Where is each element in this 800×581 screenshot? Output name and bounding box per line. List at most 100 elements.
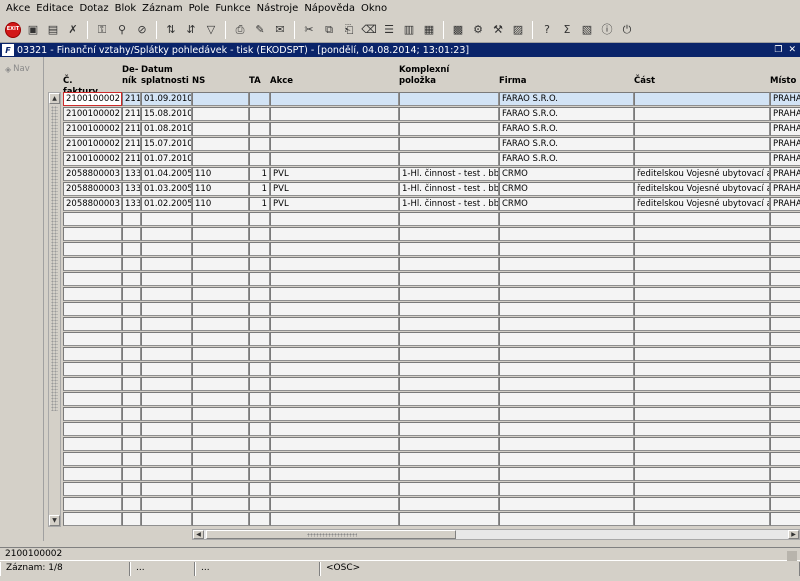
cell-ta[interactable] [249, 212, 270, 226]
cell-misto[interactable] [770, 497, 800, 511]
menu-7[interactable]: Nástroje [254, 0, 302, 17]
cell-polozka[interactable] [399, 392, 499, 406]
copy-button[interactable]: ⧉ [320, 21, 338, 39]
cell-akce[interactable]: PVL [270, 167, 399, 181]
cell-akce[interactable] [270, 452, 399, 466]
cell-cast[interactable] [634, 242, 770, 256]
cell-denik[interactable] [122, 377, 141, 391]
cell-misto[interactable] [770, 422, 800, 436]
cell-ta[interactable] [249, 347, 270, 361]
cell-firma[interactable] [499, 452, 634, 466]
cell-faktura[interactable] [63, 302, 122, 316]
cell-datum[interactable] [141, 497, 192, 511]
cell-datum[interactable] [141, 407, 192, 421]
cell-firma[interactable] [499, 437, 634, 451]
cell-ta[interactable] [249, 437, 270, 451]
cell-ta[interactable] [249, 482, 270, 496]
cell-firma[interactable] [499, 422, 634, 436]
paste-button[interactable]: ⎗ [340, 21, 358, 39]
cell-ns[interactable] [192, 272, 249, 286]
cell-datum[interactable] [141, 347, 192, 361]
cut-button[interactable]: ✂ [300, 21, 318, 39]
cell-misto[interactable] [770, 512, 800, 526]
cell-polozka[interactable] [399, 92, 499, 106]
cell-denik[interactable] [122, 482, 141, 496]
cell-akce[interactable] [270, 92, 399, 106]
cell-misto[interactable]: PRAHA [770, 197, 800, 211]
cell-misto[interactable] [770, 272, 800, 286]
cell-misto[interactable] [770, 317, 800, 331]
cell-ns[interactable] [192, 362, 249, 376]
cell-datum[interactable] [141, 242, 192, 256]
cell-akce[interactable] [270, 287, 399, 301]
cell-ns[interactable] [192, 212, 249, 226]
cell-datum[interactable] [141, 437, 192, 451]
cell-polozka[interactable] [399, 122, 499, 136]
cell-datum[interactable] [141, 512, 192, 526]
cell-cast[interactable] [634, 452, 770, 466]
calendar-button[interactable]: ▩ [449, 21, 467, 39]
cell-misto[interactable] [770, 242, 800, 256]
cell-akce[interactable] [270, 272, 399, 286]
help-button[interactable]: ? [538, 21, 556, 39]
exit-button[interactable]: EXIT [4, 21, 22, 39]
cell-ns[interactable] [192, 227, 249, 241]
cell-akce[interactable] [270, 152, 399, 166]
menu-3[interactable]: Blok [112, 0, 140, 17]
cell-akce[interactable] [270, 392, 399, 406]
cell-cast[interactable] [634, 422, 770, 436]
cell-ns[interactable] [192, 332, 249, 346]
cell-cast[interactable] [634, 392, 770, 406]
menu-1[interactable]: Editace [33, 0, 76, 17]
cell-denik[interactable] [122, 407, 141, 421]
cell-datum[interactable] [141, 317, 192, 331]
cell-ta[interactable] [249, 302, 270, 316]
cell-misto[interactable] [770, 347, 800, 361]
cell-faktura[interactable]: 2100100002 [63, 92, 122, 106]
cell-faktura[interactable]: 2058800003 [63, 167, 122, 181]
cell-polozka[interactable] [399, 137, 499, 151]
cell-firma[interactable]: FARAO S.R.O. [499, 92, 634, 106]
cell-polozka[interactable] [399, 257, 499, 271]
cell-cast[interactable] [634, 467, 770, 481]
cell-datum[interactable] [141, 332, 192, 346]
cell-misto[interactable] [770, 392, 800, 406]
cell-faktura[interactable] [63, 422, 122, 436]
cell-cast[interactable]: ředitelskou Vojesné ubytovací a s [634, 167, 770, 181]
cell-firma[interactable] [499, 482, 634, 496]
cell-denik[interactable] [122, 242, 141, 256]
cell-ta[interactable] [249, 452, 270, 466]
horizontal-scrollbar[interactable]: ◀ ▶ [192, 529, 800, 540]
cell-akce[interactable] [270, 317, 399, 331]
cell-cast[interactable] [634, 497, 770, 511]
cell-misto[interactable] [770, 362, 800, 376]
cell-faktura[interactable] [63, 257, 122, 271]
cell-ta[interactable]: 1 [249, 182, 270, 196]
clear-button[interactable]: ⌫ [360, 21, 378, 39]
resize-grip-icon[interactable] [787, 551, 797, 561]
cell-ta[interactable] [249, 317, 270, 331]
cell-misto[interactable] [770, 287, 800, 301]
cell-ns[interactable] [192, 257, 249, 271]
cell-faktura[interactable] [63, 317, 122, 331]
cell-denik[interactable] [122, 422, 141, 436]
cell-denik[interactable] [122, 272, 141, 286]
cell-polozka[interactable] [399, 467, 499, 481]
cell-denik[interactable]: 211 [122, 152, 141, 166]
vertical-scrollbar[interactable]: ▲ ▼ [48, 92, 61, 527]
cell-ta[interactable] [249, 497, 270, 511]
cell-misto[interactable]: PRAHA [770, 107, 800, 121]
cell-misto[interactable]: PRAHA [770, 167, 800, 181]
nav-button[interactable]: ◈ Nav [5, 64, 30, 74]
cell-ns[interactable] [192, 287, 249, 301]
cell-denik[interactable] [122, 332, 141, 346]
cell-datum[interactable] [141, 362, 192, 376]
excel-button[interactable]: ▧ [578, 21, 596, 39]
menu-6[interactable]: Funkce [212, 0, 253, 17]
cell-ta[interactable]: 1 [249, 167, 270, 181]
cell-akce[interactable] [270, 242, 399, 256]
cell-denik[interactable] [122, 317, 141, 331]
cell-datum[interactable] [141, 467, 192, 481]
settings-button[interactable]: ⚙ [469, 21, 487, 39]
cell-denik[interactable] [122, 227, 141, 241]
